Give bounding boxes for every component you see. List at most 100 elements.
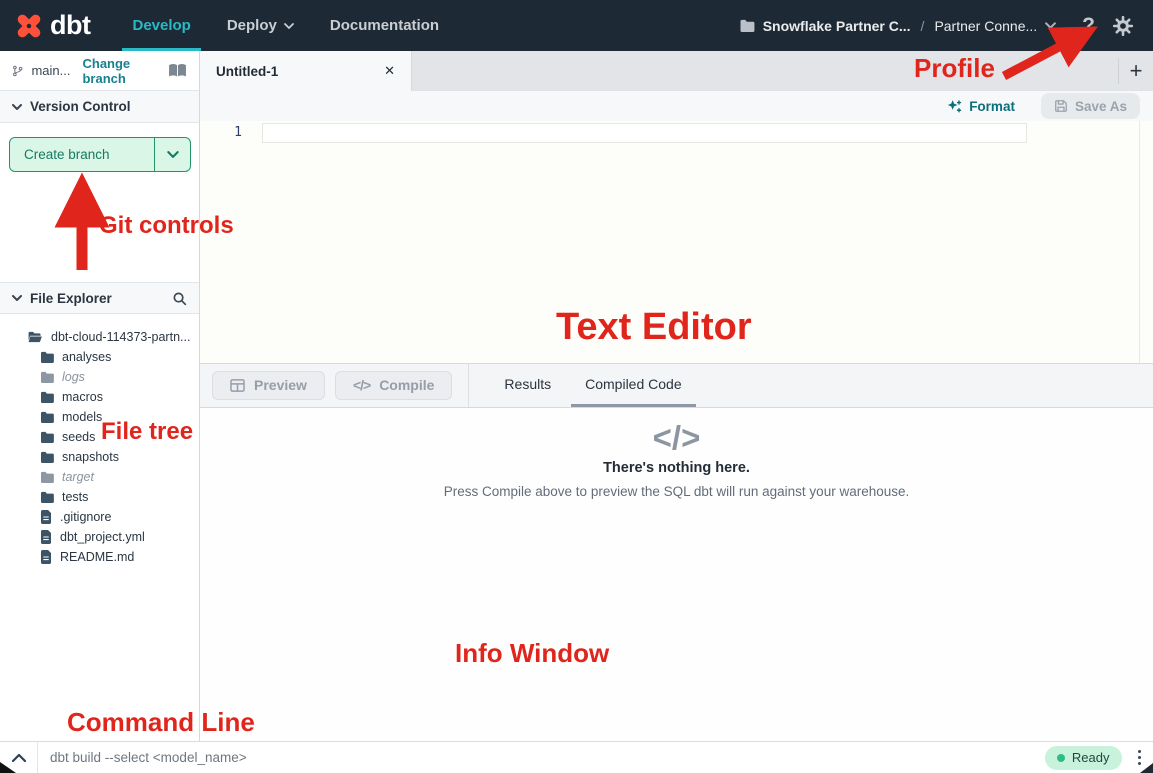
main-row: main... Change branch Version Control Cr… bbox=[0, 51, 1153, 741]
tree-item-logs[interactable]: logs bbox=[0, 367, 199, 387]
project-breadcrumb[interactable]: Snowflake Partner C... / Partner Conne..… bbox=[739, 18, 1056, 34]
nav-develop[interactable]: Develop bbox=[122, 0, 200, 51]
navbar-right: Snowflake Partner C... / Partner Conne..… bbox=[739, 0, 1153, 51]
compile-button[interactable]: </> Compile bbox=[335, 371, 452, 400]
result-tabs: Results Compiled Code bbox=[487, 364, 698, 407]
file-icon bbox=[40, 530, 52, 544]
folder-icon bbox=[739, 19, 755, 32]
tree-item-target[interactable]: target bbox=[0, 467, 199, 487]
command-bar-expand-button[interactable] bbox=[0, 742, 38, 773]
create-branch-caret[interactable] bbox=[154, 138, 190, 171]
version-control-header[interactable]: Version Control bbox=[0, 91, 199, 123]
format-label: Format bbox=[969, 99, 1015, 114]
tab-title: Untitled-1 bbox=[216, 64, 278, 79]
settings-gear-button[interactable] bbox=[1113, 16, 1133, 36]
command-input[interactable]: dbt build --select <model_name> bbox=[50, 750, 247, 765]
editor-scroll-gutter bbox=[1139, 121, 1140, 363]
file-tree: dbt-cloud-114373-partn...analyses logs mac… bbox=[0, 314, 199, 741]
dbt-logo-text: dbt bbox=[50, 10, 90, 41]
code-icon: </> bbox=[653, 420, 701, 456]
tree-item-label: logs bbox=[62, 370, 85, 384]
breadcrumb-separator: / bbox=[919, 18, 927, 34]
tree-item-tests[interactable]: tests bbox=[0, 487, 199, 507]
folder-icon bbox=[40, 471, 54, 483]
save-as-label: Save As bbox=[1075, 99, 1127, 114]
folder-icon bbox=[40, 431, 54, 443]
current-line-highlight[interactable] bbox=[262, 123, 1027, 143]
create-branch-label: Create branch bbox=[10, 138, 154, 171]
preview-button[interactable]: Preview bbox=[212, 371, 325, 400]
table-icon bbox=[230, 379, 245, 392]
nav-deploy[interactable]: Deploy bbox=[217, 0, 304, 51]
docs-book-button[interactable] bbox=[168, 63, 187, 78]
tree-item-dbt-project-yml[interactable]: dbt_project.yml bbox=[0, 527, 199, 547]
editor-column: Untitled-1 ✕ + Format bbox=[200, 51, 1153, 741]
version-control-title: Version Control bbox=[30, 99, 131, 114]
tree-item-analyses[interactable]: analyses bbox=[0, 347, 199, 367]
nav-documentation-label: Documentation bbox=[330, 17, 439, 34]
tree-item-label: tests bbox=[62, 490, 88, 504]
tree-item-snapshots[interactable]: snapshots bbox=[0, 447, 199, 467]
create-branch-button[interactable]: Create branch bbox=[9, 137, 191, 172]
tree-item-dbt-cloud-114373-partn-[interactable]: dbt-cloud-114373-partn... bbox=[0, 327, 199, 347]
dbt-logo-icon bbox=[14, 11, 44, 41]
help-button[interactable]: ? bbox=[1082, 14, 1095, 38]
tree-item-macros[interactable]: macros bbox=[0, 387, 199, 407]
close-tab-icon[interactable]: ✕ bbox=[384, 63, 395, 79]
nav-deploy-label: Deploy bbox=[227, 17, 277, 34]
tree-item-label: seeds bbox=[62, 430, 95, 444]
save-icon bbox=[1054, 99, 1068, 113]
top-navbar: dbt Develop Deploy Documentation Snowfla… bbox=[0, 0, 1153, 51]
tree-item-label: target bbox=[62, 470, 94, 484]
format-button[interactable]: Format bbox=[947, 99, 1015, 114]
result-panel-actions: Preview </> Compile Results Compiled Cod… bbox=[200, 363, 1153, 408]
git-branch-icon bbox=[12, 63, 23, 79]
tree-item--gitignore[interactable]: .gitignore bbox=[0, 507, 199, 527]
compile-label: Compile bbox=[379, 377, 434, 393]
tree-item-seeds[interactable]: seeds bbox=[0, 427, 199, 447]
tree-item-readme-md[interactable]: README.md bbox=[0, 547, 199, 567]
breadcrumb-environment: Partner Conne... bbox=[934, 18, 1037, 34]
change-branch-link[interactable]: Change branch bbox=[82, 56, 160, 86]
line-number: 1 bbox=[200, 125, 242, 140]
chevron-up-icon bbox=[12, 754, 26, 762]
tree-item-label: dbt_project.yml bbox=[60, 530, 145, 544]
tree-item-label: macros bbox=[62, 390, 103, 404]
command-bar: dbt build --select <model_name> Ready bbox=[0, 741, 1153, 773]
dbt-logo[interactable]: dbt bbox=[14, 0, 90, 51]
tab-compiled-code-label: Compiled Code bbox=[585, 376, 682, 392]
tab-untitled-1[interactable]: Untitled-1 ✕ bbox=[200, 51, 412, 91]
folder-icon bbox=[40, 491, 54, 503]
text-editor[interactable]: 1 bbox=[200, 121, 1153, 363]
kebab-menu-icon[interactable] bbox=[1136, 748, 1144, 768]
nav-develop-label: Develop bbox=[132, 17, 190, 34]
empty-state-subtitle: Press Compile above to preview the SQL d… bbox=[444, 484, 910, 499]
folder-icon bbox=[40, 371, 54, 383]
file-search-button[interactable] bbox=[172, 291, 187, 306]
save-as-button[interactable]: Save As bbox=[1041, 93, 1140, 119]
tree-item-label: models bbox=[62, 410, 102, 424]
status-badge: Ready bbox=[1045, 746, 1122, 770]
file-explorer-header[interactable]: File Explorer bbox=[0, 282, 199, 314]
chevron-down-icon bbox=[284, 23, 294, 29]
chevron-down-icon bbox=[167, 151, 179, 158]
tab-results-label: Results bbox=[504, 376, 551, 392]
tree-item-label: README.md bbox=[60, 550, 134, 564]
folder-icon bbox=[40, 411, 54, 423]
sparkle-icon bbox=[947, 99, 962, 114]
nav-documentation[interactable]: Documentation bbox=[320, 0, 449, 51]
actions-divider bbox=[468, 364, 469, 407]
new-tab-button[interactable]: + bbox=[1119, 52, 1153, 90]
empty-state-title: There's nothing here. bbox=[603, 460, 750, 476]
folder-icon bbox=[40, 351, 54, 363]
chevron-down-icon bbox=[12, 295, 22, 301]
tree-item-label: .gitignore bbox=[60, 510, 111, 524]
breadcrumb-project: Snowflake Partner C... bbox=[763, 18, 911, 34]
gear-icon bbox=[1113, 16, 1133, 36]
tab-results[interactable]: Results bbox=[490, 364, 565, 407]
chevron-down-icon bbox=[1045, 22, 1056, 29]
tab-compiled-code[interactable]: Compiled Code bbox=[571, 364, 696, 407]
tree-item-models[interactable]: models bbox=[0, 407, 199, 427]
status-dot bbox=[1057, 754, 1065, 762]
version-control-body: Create branch bbox=[0, 123, 199, 282]
